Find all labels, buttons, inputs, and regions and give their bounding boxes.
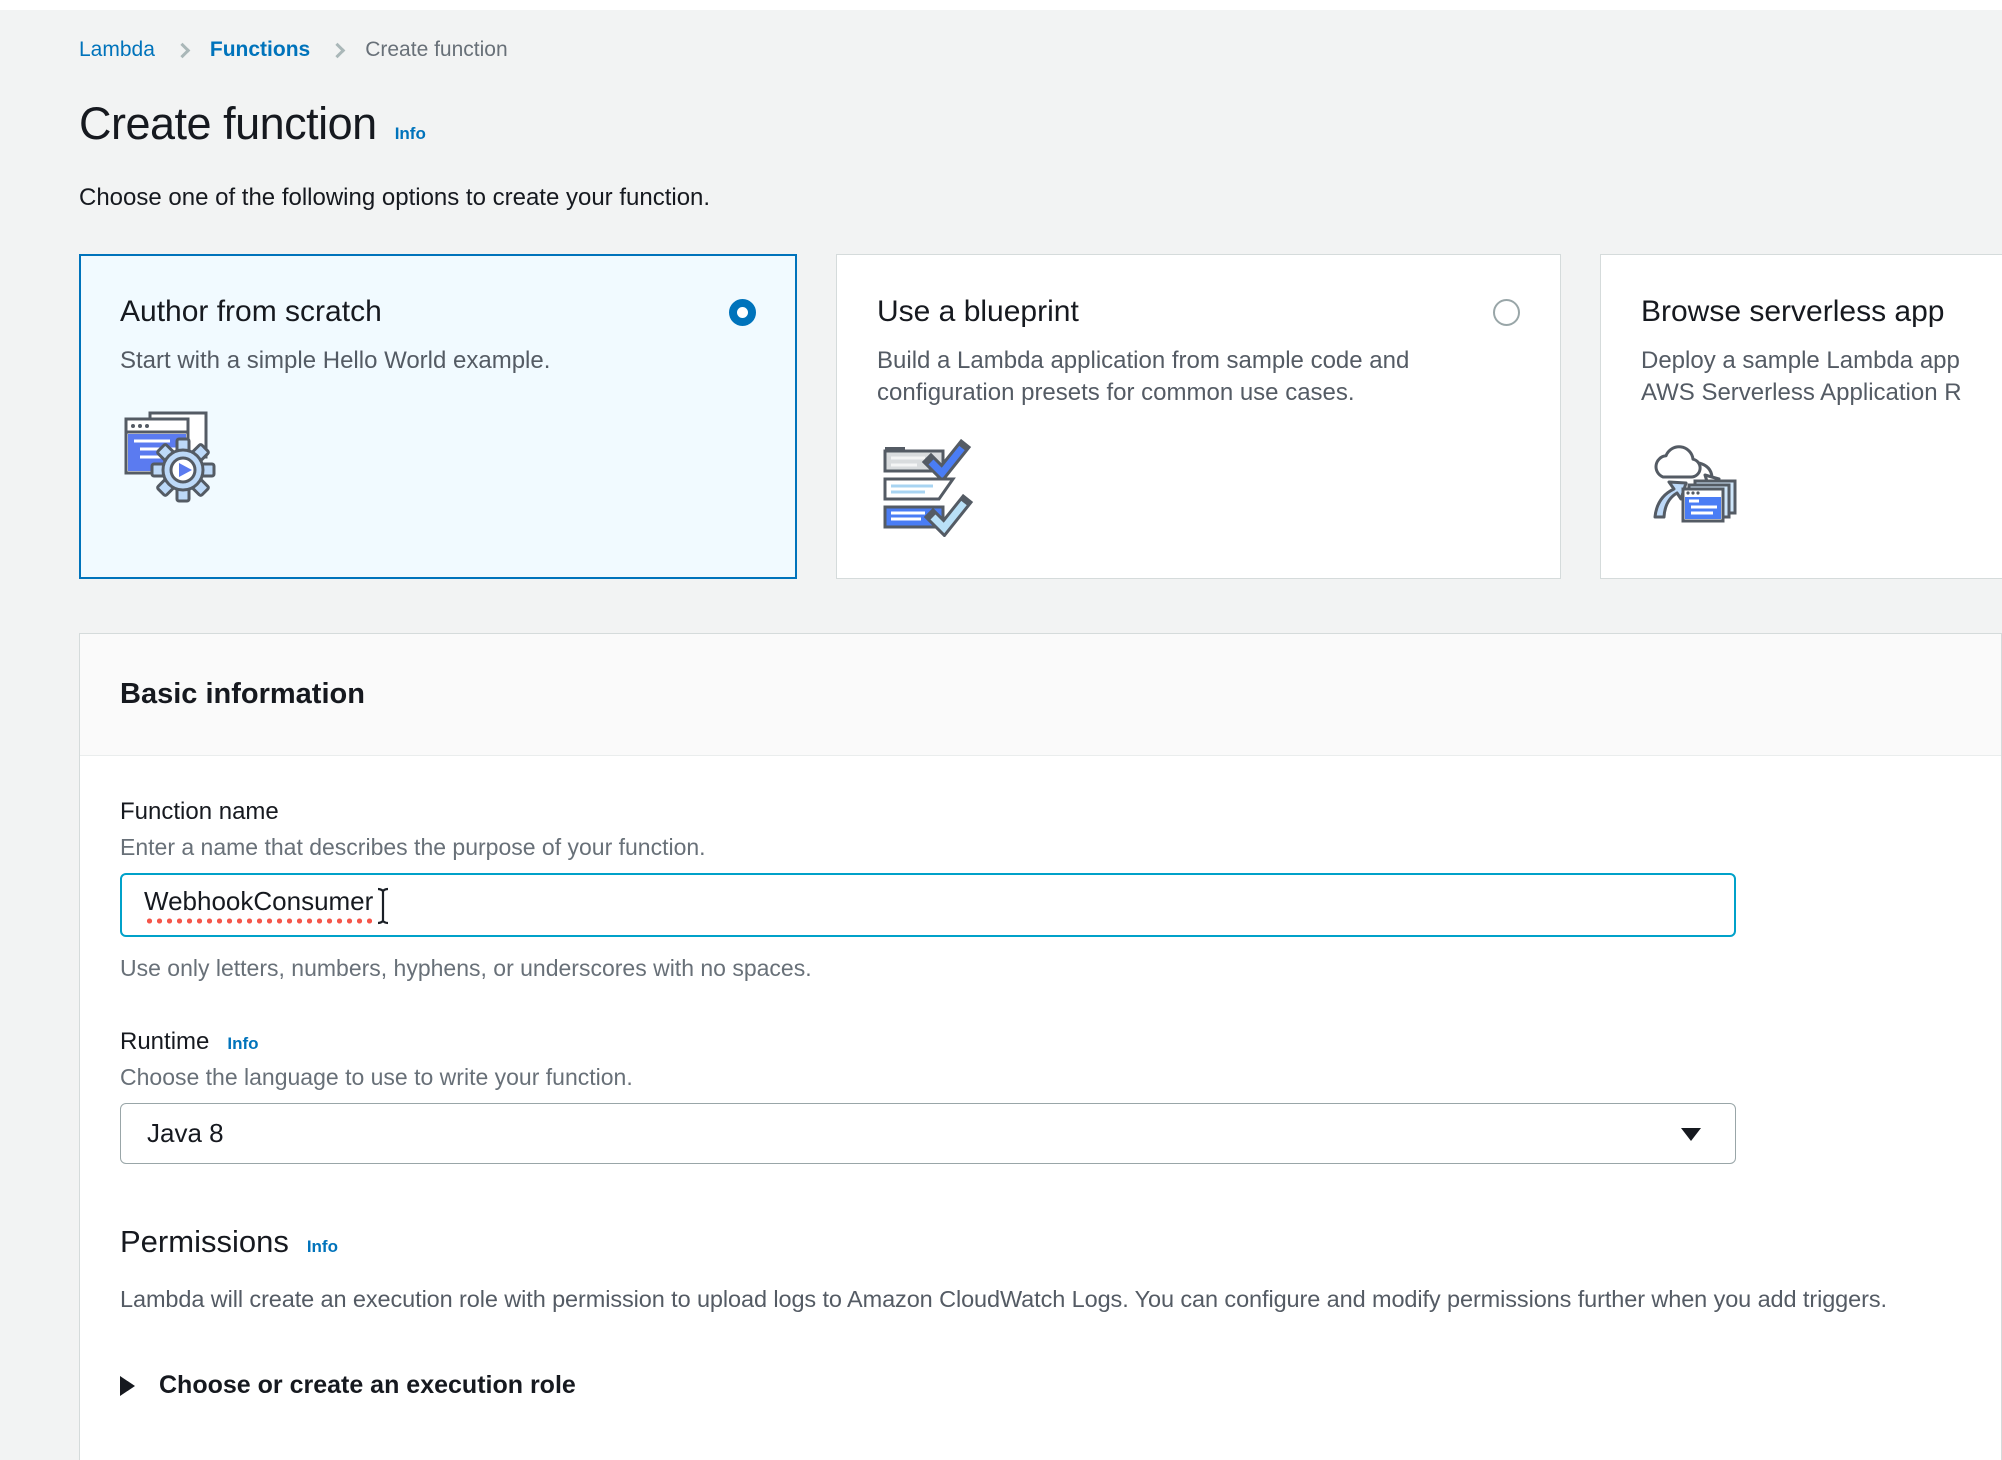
chevron-right-icon: [330, 42, 346, 58]
execution-role-expander-label: Choose or create an execution role: [159, 1371, 576, 1400]
triangle-right-icon: [120, 1376, 135, 1396]
radio-unselected-icon[interactable]: [1493, 299, 1520, 326]
runtime-select[interactable]: Java 8: [120, 1103, 1736, 1164]
card-description: Build a Lambda application from sample c…: [877, 345, 1520, 409]
function-name-input[interactable]: WebhookConsumer: [120, 873, 1736, 937]
chevron-down-icon: [1681, 1128, 1701, 1141]
app-bar-strip: [0, 0, 2002, 10]
permissions-info-link[interactable]: Info: [307, 1237, 338, 1257]
function-name-constraint: Use only letters, numbers, hyphens, or u…: [120, 955, 1961, 982]
runtime-label: Runtime: [120, 1028, 209, 1056]
card-author-from-scratch[interactable]: Author from scratch Start with a simple …: [79, 254, 797, 579]
breadcrumb: Lambda Functions Create function: [79, 38, 2002, 62]
panel-title: Basic information: [120, 678, 1961, 711]
breadcrumb-lambda-link[interactable]: Lambda: [79, 38, 155, 62]
window-gear-icon: [120, 405, 220, 505]
permissions-description: Lambda will create an execution role wit…: [120, 1286, 1961, 1313]
function-name-label: Function name: [120, 798, 279, 826]
runtime-selected-value: Java 8: [147, 1118, 224, 1149]
card-title: Author from scratch: [120, 295, 382, 329]
card-title: Browse serverless app: [1641, 295, 1944, 329]
page-subtitle: Choose one of the following options to c…: [79, 184, 2002, 212]
chevron-right-icon: [175, 42, 191, 58]
breadcrumb-functions-link[interactable]: Functions: [210, 38, 310, 62]
basic-information-panel: Basic information Function name Enter a …: [79, 633, 2002, 1460]
permissions-title: Permissions: [120, 1224, 289, 1260]
breadcrumb-current: Create function: [365, 38, 507, 62]
panel-body: Function name Enter a name that describe…: [80, 756, 2001, 1460]
card-use-a-blueprint[interactable]: Use a blueprint Build a Lambda applicati…: [836, 254, 1561, 579]
page-info-link[interactable]: Info: [395, 124, 426, 144]
card-browse-serverless-app[interactable]: Browse serverless app Deploy a sample La…: [1600, 254, 2002, 579]
runtime-info-link[interactable]: Info: [227, 1034, 258, 1054]
function-name-help: Enter a name that describes the purpose …: [120, 834, 1961, 861]
text-cursor-icon: [376, 886, 390, 926]
page-title: Create function: [79, 98, 377, 150]
card-title: Use a blueprint: [877, 295, 1079, 329]
card-description: Start with a simple Hello World example.: [120, 345, 756, 377]
creation-option-cards: Author from scratch Start with a simple …: [79, 254, 2002, 579]
runtime-help: Choose the language to use to write your…: [120, 1064, 1961, 1091]
blueprint-checklist-icon: [877, 437, 977, 537]
cloud-deploy-icon: [1641, 437, 1741, 537]
radio-selected-icon[interactable]: [729, 299, 756, 326]
function-name-value: WebhookConsumer: [144, 886, 373, 925]
execution-role-expander[interactable]: Choose or create an execution role: [120, 1371, 1961, 1400]
card-description: Deploy a sample Lambda app AWS Serverles…: [1641, 345, 2002, 409]
page-header: Create function Info: [79, 98, 2002, 150]
panel-header: Basic information: [80, 634, 2001, 756]
